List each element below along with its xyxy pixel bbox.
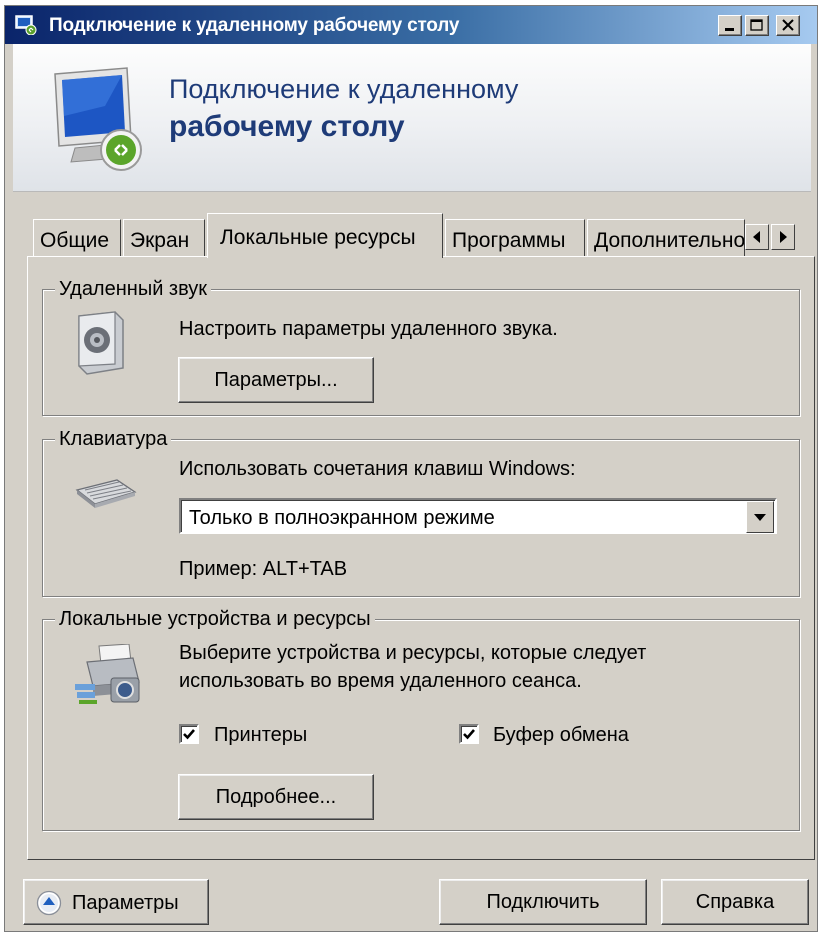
clipboard-checkbox[interactable]	[459, 724, 479, 744]
devices-icon	[75, 644, 140, 704]
local-devices-group: Локальные устройства и ресурсы Выберите …	[42, 608, 800, 831]
help-button[interactable]: Справка	[661, 879, 809, 925]
rdp-window: Подключение к удаленному рабочему столу …	[4, 5, 818, 932]
remote-audio-group-title: Удаленный звук	[55, 278, 212, 301]
close-icon	[782, 19, 794, 31]
local-devices-description-line1: Выберите устройства и ресурсы, которые с…	[179, 642, 647, 664]
printers-checkbox-label[interactable]: Принтеры	[214, 724, 307, 747]
rdp-app-icon	[15, 15, 37, 35]
scroll-right-icon	[780, 231, 787, 243]
speaker-icon	[78, 311, 124, 375]
header-title-line1: Подключение к удаленному	[169, 74, 519, 104]
tab-display[interactable]: Экран	[123, 219, 205, 256]
tab-programs[interactable]: Программы	[445, 219, 585, 256]
tab-local-resources[interactable]: Локальные ресурсы	[207, 213, 443, 258]
clipboard-checkbox-label[interactable]: Буфер обмена	[493, 724, 629, 747]
keyboard-mode-select[interactable]: Только в полноэкранном режиме	[179, 498, 777, 534]
help-button-label: Справка	[695, 891, 775, 913]
header-banner: Подключение к удаленному рабочему столу	[13, 44, 811, 192]
devices-more-button[interactable]: Подробнее...	[178, 774, 374, 820]
checkmark-icon	[183, 729, 195, 740]
header-title-line2: рабочему столу	[169, 110, 405, 143]
connect-button[interactable]: Подключить	[439, 879, 647, 925]
scroll-left-icon	[753, 231, 760, 243]
audio-settings-button-label: Параметры...	[214, 369, 338, 391]
keyboard-example: Пример: ALT+TAB	[179, 558, 348, 580]
audio-settings-button[interactable]: Параметры...	[178, 357, 374, 403]
close-button[interactable]	[776, 15, 800, 36]
window-title: Подключение к удаленному рабочему столу	[49, 15, 460, 36]
local-devices-group-title: Локальные устройства и ресурсы	[55, 608, 375, 631]
local-devices-description-line2: использовать во время удаленного сеанса.	[179, 670, 582, 692]
tab-advanced[interactable]: Дополнительно	[587, 219, 745, 256]
remote-audio-group: Удаленный звук Настроить параметры удале…	[42, 278, 800, 416]
maximize-button[interactable]	[745, 15, 769, 36]
minimize-icon	[725, 28, 734, 31]
chevron-up-icon	[36, 890, 62, 916]
tab-general[interactable]: Общие	[33, 219, 121, 256]
options-toggle-button[interactable]: Параметры	[23, 879, 209, 925]
keyboard-description: Использовать сочетания клавиш Windows:	[179, 458, 576, 480]
keyboard-mode-dropdown-button[interactable]	[746, 501, 774, 533]
printers-checkbox[interactable]	[179, 724, 199, 744]
keyboard-group-title: Клавиатура	[55, 428, 172, 451]
remote-audio-description: Настроить параметры удаленного звука.	[179, 318, 558, 340]
checkmark-icon	[463, 729, 475, 740]
minimize-button[interactable]	[718, 15, 742, 36]
remote-desktop-monitor-icon	[54, 67, 142, 171]
keyboard-group: Клавиатура Использовать сочетания клавиш…	[42, 428, 800, 597]
connect-button-label: Подключить	[486, 891, 600, 913]
maximize-icon	[750, 19, 763, 31]
keyboard-icon	[75, 479, 137, 508]
options-toggle-label: Параметры	[72, 892, 179, 914]
keyboard-mode-selected-value: Только в полноэкранном режиме	[189, 507, 495, 529]
dropdown-arrow-icon	[754, 514, 766, 521]
title-bar[interactable]: Подключение к удаленному рабочему столу	[5, 6, 817, 44]
tab-scroll-left-button[interactable]	[745, 224, 769, 250]
tab-scroll-right-button[interactable]	[771, 224, 795, 250]
tab-panel-local-resources: Удаленный звук Настроить параметры удале…	[27, 256, 815, 860]
devices-more-button-label: Подробнее...	[215, 786, 337, 808]
